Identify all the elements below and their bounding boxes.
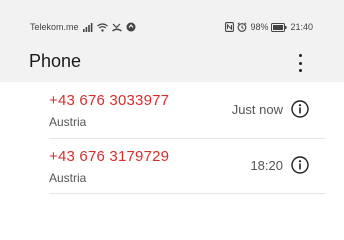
menu-dot [298,61,302,65]
app-notification-icon [126,22,136,32]
battery-icon [271,22,287,32]
battery-percent: 98% [250,22,269,32]
nfc-icon [225,22,235,32]
info-icon[interactable] [291,100,309,118]
signal-icon [82,22,92,32]
info-icon[interactable] [291,156,309,174]
wifi-icon [96,22,108,32]
call-log-row[interactable]: +43 676 3179729 Austria 18:20 [0,142,344,196]
phone-screen: Telekom.me 98% 21:40 Phone +43 676 30339… [0,0,344,230]
call-number: +43 676 3033977 [49,92,170,109]
carrier-name: Telekom.me [30,22,79,32]
call-time: Just now [231,102,283,117]
call-country: Austria [49,171,87,185]
call-number: +43 676 3179729 [49,148,170,165]
call-time: 18:20 [250,158,283,173]
page-title: Phone [29,51,82,71]
missed-call-icon [111,23,122,32]
row-divider [49,138,325,139]
menu-dot [298,69,302,72]
call-log-row[interactable]: +43 676 3033977 Austria Just now [0,86,344,140]
alarm-icon [237,22,247,32]
call-country: Austria [49,115,87,129]
status-bar: Telekom.me 98% 21:40 [0,0,344,44]
status-bar-right: 98% 21:40 [225,22,313,32]
status-bar-left: Telekom.me [30,22,136,32]
more-options-icon[interactable] [292,53,308,73]
row-divider [49,193,325,194]
menu-dot [298,54,302,57]
clock: 21:40 [290,22,313,32]
